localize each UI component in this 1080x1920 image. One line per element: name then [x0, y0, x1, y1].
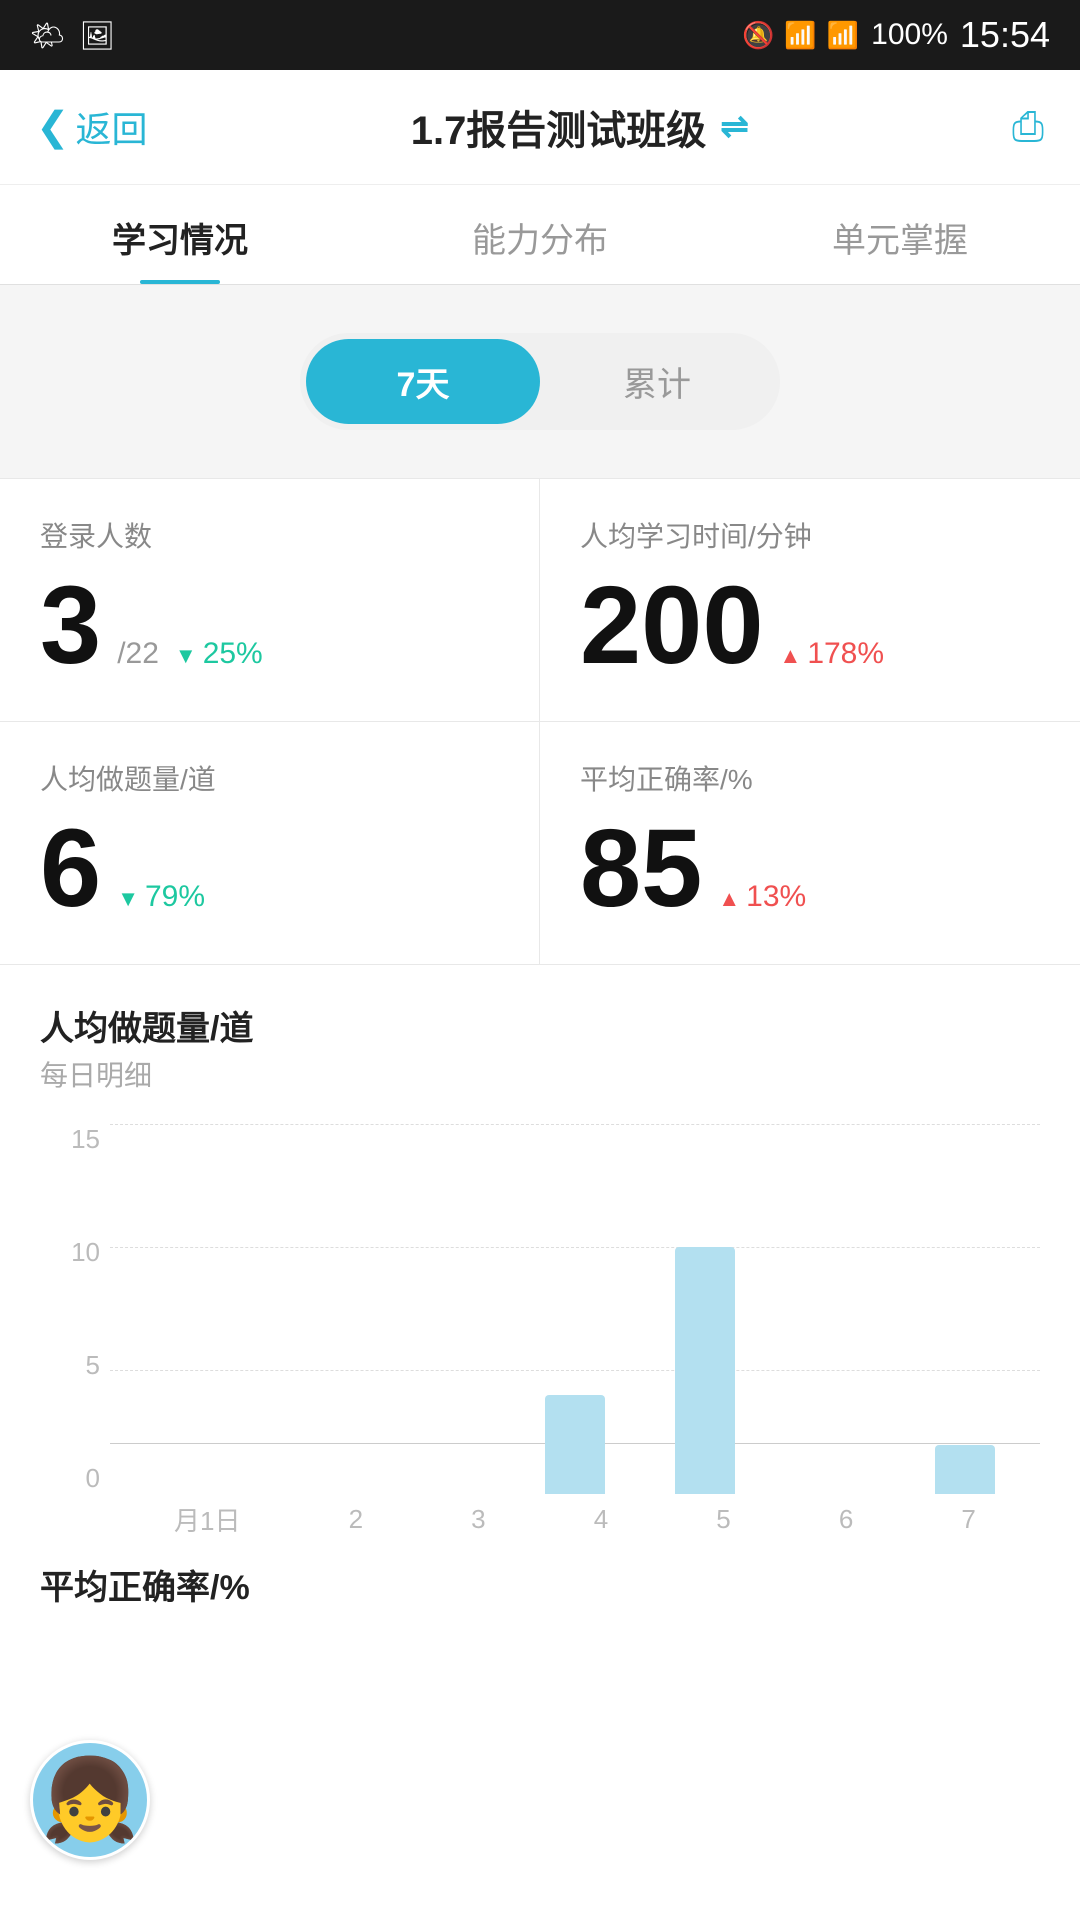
tab-bar: 学习情况 能力分布 单元掌握: [0, 185, 1080, 285]
bar-4: [545, 1395, 605, 1494]
tab-study[interactable]: 学习情况: [0, 185, 360, 284]
tab-unit[interactable]: 单元掌握: [720, 185, 1080, 284]
x-label-2: 2: [349, 1504, 363, 1535]
stat-login-change: 25%: [175, 637, 263, 671]
bar-col-4: [545, 1124, 605, 1494]
stat-avg-accuracy: 平均正确率/% 85 13%: [540, 722, 1080, 964]
arrow-down-icon-2: [117, 880, 139, 914]
status-left-icons: 🌤 🖼: [30, 19, 115, 52]
x-label-7: 7: [961, 1504, 975, 1535]
bars-container: [110, 1124, 1040, 1494]
image-icon: 🖼: [80, 19, 116, 52]
wifi-icon: 📶: [784, 20, 816, 51]
stat-login-value: 3: [40, 571, 101, 681]
x-label-4: 4: [594, 1504, 608, 1535]
bar-col-5: [675, 1124, 735, 1494]
bar-col-6: [805, 1124, 865, 1494]
stat-time-label: 人均学习时间/分钟: [580, 515, 1040, 555]
share-button[interactable]: ⎙: [1012, 105, 1044, 150]
share-icon: ⎙: [1012, 105, 1044, 149]
chart-y-labels: 15 10 5 0: [40, 1124, 100, 1494]
stat-time-change: 178%: [780, 637, 885, 671]
shuffle-icon[interactable]: ⇌: [720, 107, 749, 147]
bar-col-1: [155, 1124, 215, 1494]
bar-col-3: [415, 1124, 475, 1494]
chart-section: 人均做题量/道 每日明细 15 10 5 0: [0, 965, 1080, 1544]
title-text: 1.7报告测试班级: [411, 98, 707, 156]
x-label-6: 6: [839, 1504, 853, 1535]
chart-x-labels: 月1日 2 3 4 5 6 7: [110, 1494, 1040, 1544]
bar-5: [675, 1247, 735, 1494]
stat-questions-label: 人均做题量/道: [40, 758, 499, 798]
signal-icon: 📶: [827, 20, 859, 51]
stat-time-value-row: 200 178%: [580, 571, 1040, 681]
avatar-emoji: 👧: [40, 1753, 140, 1847]
stat-accuracy-label: 平均正确率/%: [580, 758, 1040, 798]
stat-login-count: 登录人数 3 /22 25%: [0, 479, 540, 722]
arrow-up-icon: [780, 637, 802, 671]
avatar[interactable]: 👧: [30, 1740, 150, 1860]
bar-col-7: [935, 1124, 995, 1494]
bottom-chart-label: 平均正确率/%: [0, 1544, 1080, 1625]
stat-accuracy-change: 13%: [718, 880, 806, 914]
stat-accuracy-value: 85: [580, 814, 702, 924]
bar-chart: 15 10 5 0: [40, 1124, 1040, 1544]
stat-questions-value: 6: [40, 814, 101, 924]
x-label-3: 3: [471, 1504, 485, 1535]
bar-7: [935, 1445, 995, 1494]
chevron-left-icon: ❮: [36, 104, 70, 150]
toggle-cumulative[interactable]: 累计: [540, 339, 774, 424]
y-label-10: 10: [40, 1237, 100, 1268]
arrow-down-icon: [175, 637, 197, 671]
stat-login-label: 登录人数: [40, 515, 499, 555]
y-label-15: 15: [40, 1124, 100, 1155]
stat-login-sub: /22: [117, 637, 159, 671]
stat-questions-change: 79%: [117, 880, 205, 914]
bar-col-2: [285, 1124, 345, 1494]
header: ❮ 返回 1.7报告测试班级 ⇌ ⎙: [0, 70, 1080, 185]
stat-login-value-row: 3 /22 25%: [40, 571, 499, 681]
x-label-5: 5: [716, 1504, 730, 1535]
stats-grid: 登录人数 3 /22 25% 人均学习时间/分钟 200 178% 人均做题量/…: [0, 478, 1080, 965]
battery-label: 100%: [871, 18, 948, 52]
time-toggle-group: 7天 累计: [300, 333, 780, 430]
time-label: 15:54: [960, 14, 1050, 56]
chart-title: 人均做题量/道: [40, 1001, 1040, 1050]
chart-plot-area: 月1日 2 3 4 5 6 7: [110, 1124, 1040, 1544]
weather-icon: 🌤: [30, 19, 66, 52]
stat-avg-questions: 人均做题量/道 6 79%: [0, 722, 540, 964]
stat-study-time: 人均学习时间/分钟 200 178%: [540, 479, 1080, 722]
toggle-7days[interactable]: 7天: [306, 339, 540, 424]
header-title: 1.7报告测试班级 ⇌: [411, 98, 749, 156]
status-right-info: 🔕 📶 📶 100% 15:54: [742, 14, 1050, 56]
stat-time-value: 200: [580, 571, 764, 681]
bluetooth-icon: 🔕: [742, 20, 774, 51]
back-label: 返回: [76, 101, 148, 153]
arrow-up-icon-2: [718, 880, 740, 914]
status-bar: 🌤 🖼 🔕 📶 📶 100% 15:54: [0, 0, 1080, 70]
y-label-0: 0: [40, 1463, 100, 1494]
back-button[interactable]: ❮ 返回: [36, 101, 148, 153]
stat-accuracy-value-row: 85 13%: [580, 814, 1040, 924]
y-label-5: 5: [40, 1350, 100, 1381]
tab-ability[interactable]: 能力分布: [360, 185, 720, 284]
x-label-1: 月1日: [174, 1501, 240, 1538]
signal-icons: 🔕 📶 📶: [742, 20, 859, 51]
stat-questions-value-row: 6 79%: [40, 814, 499, 924]
chart-subtitle: 每日明细: [40, 1054, 1040, 1094]
